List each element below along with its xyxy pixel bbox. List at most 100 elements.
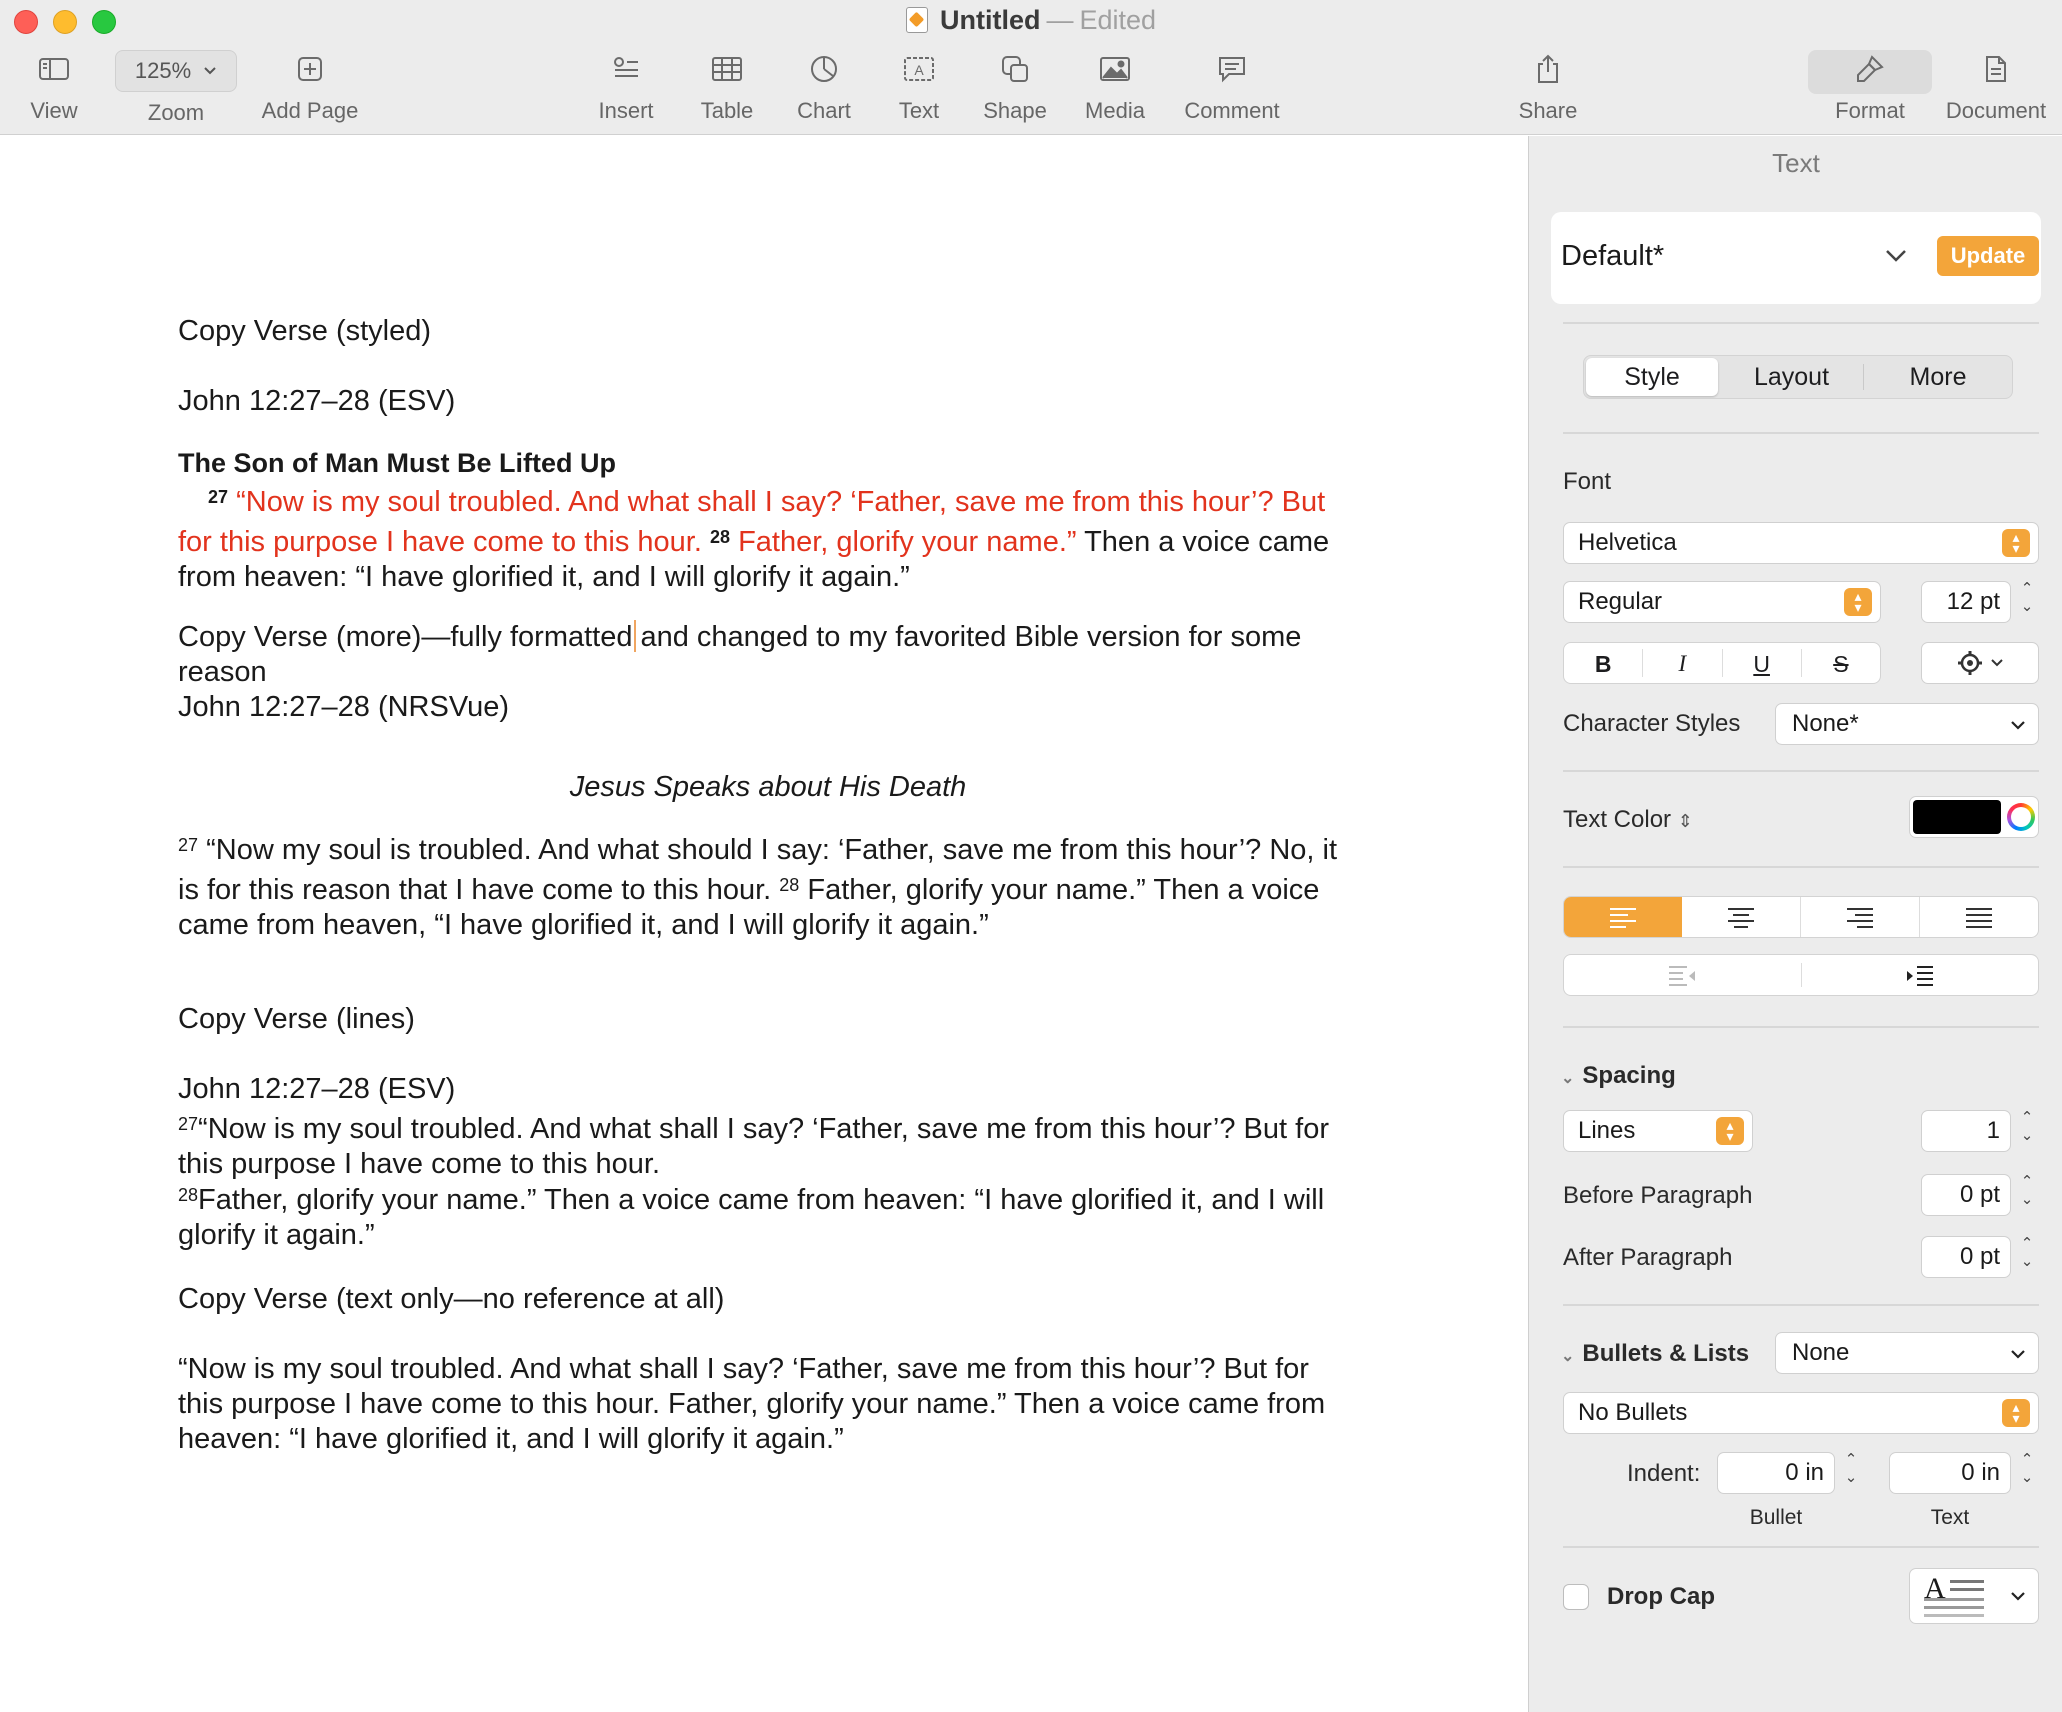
font-size-stepper[interactable]: ⌃ ⌄ <box>2017 580 2037 622</box>
inspector-tabs: Style Layout More <box>1583 355 2013 399</box>
align-center-button[interactable] <box>1682 897 1801 937</box>
insert-label: Insert <box>598 98 654 123</box>
align-right-icon <box>1847 908 1873 928</box>
verse-number-28: 28 <box>709 527 730 547</box>
align-right-button[interactable] <box>1801 897 1920 937</box>
insert-button[interactable]: Insert <box>586 48 666 124</box>
spacing-value-field[interactable]: 1 <box>1921 1110 2011 1152</box>
font-weight-popup[interactable]: Regular ▴ ▾ <box>1563 581 1881 623</box>
text-color-well[interactable] <box>1909 796 2039 838</box>
paragraph-verse-text-only[interactable]: “Now is my soul troubled. And what shall… <box>178 1352 1358 1457</box>
verse-line-28-text: Father, glorify your name.” Then a voice… <box>178 1184 1325 1251</box>
font-family-popup[interactable]: Helvetica ▴ ▾ <box>1563 522 2039 564</box>
add-page-button[interactable]: Add Page <box>250 48 370 124</box>
color-wheel-icon[interactable] <box>2007 803 2035 831</box>
view-label: View <box>30 98 78 123</box>
tab-style[interactable]: Style <box>1586 358 1718 396</box>
bullet-type-popup[interactable]: No Bullets ▴ ▾ <box>1563 1392 2039 1434</box>
paragraph-copy-verse-text-only[interactable]: Copy Verse (text only—no reference at al… <box>178 1282 1358 1317</box>
media-label: Media <box>1085 98 1145 123</box>
chevron-down-icon[interactable] <box>1884 248 1908 264</box>
zoom-popup[interactable]: 125% <box>115 50 237 92</box>
bullet-indent-stepper[interactable]: ⌃ ⌄ <box>1841 1451 1861 1493</box>
list-style-popup[interactable]: None <box>1775 1332 2039 1374</box>
increase-indent-button[interactable] <box>1802 955 2039 995</box>
bullets-section-toggle[interactable]: ⌄ Bullets & Lists <box>1561 1340 1749 1368</box>
spacing-mode-popup[interactable]: Lines ▴ ▾ <box>1563 1110 1753 1152</box>
zoom-label: Zoom <box>147 100 205 125</box>
advanced-options-button[interactable] <box>1921 642 2039 684</box>
verse-paragraph-nrsvue[interactable]: 27 “Now my soul is troubled. And what sh… <box>178 828 1358 943</box>
verse-line-27-text: “Now is my soul troubled. And what shall… <box>178 1113 1329 1180</box>
bullet-indent-caption: Bullet <box>1749 1506 1803 1529</box>
chevron-down-icon <box>2011 1592 2025 1601</box>
divider <box>1563 1026 2039 1028</box>
document-button[interactable]: Document <box>1940 48 2052 124</box>
before-paragraph-stepper[interactable]: ⌃ ⌄ <box>2017 1173 2037 1215</box>
italic-button[interactable]: I <box>1643 649 1723 677</box>
tab-more[interactable]: More <box>1864 356 2012 398</box>
verse-line-28[interactable]: 28Father, glorify your name.” Then a voi… <box>178 1178 1358 1253</box>
svg-text:A: A <box>914 62 924 78</box>
popup-arrows-icon: ▴ ▾ <box>2002 529 2030 557</box>
section-heading-jesus-speaks[interactable]: Jesus Speaks about His Death <box>178 770 1358 805</box>
tab-layout[interactable]: Layout <box>1720 364 1864 390</box>
justify-button[interactable] <box>1920 897 2038 937</box>
table-button[interactable]: Table <box>687 48 767 124</box>
font-family-value: Helvetica <box>1578 529 1677 556</box>
comment-button[interactable]: Comment <box>1177 48 1287 124</box>
verse-paragraph-styled[interactable]: 27 “Now is my soul troubled. And what sh… <box>178 480 1358 595</box>
text-indent-stepper[interactable]: ⌃ ⌄ <box>2017 1451 2037 1493</box>
toolbar: Untitled — Edited View 125% Zoom Add Page … <box>0 0 2062 135</box>
format-button[interactable]: Format <box>1820 48 1920 124</box>
paragraph-reference-esv[interactable]: John 12:27–28 (ESV) <box>178 384 1358 419</box>
font-size-field[interactable]: 12 pt <box>1921 581 2011 623</box>
decrease-indent-button[interactable] <box>1564 963 1802 987</box>
bold-button[interactable]: B <box>1564 649 1644 677</box>
paragraph-copy-verse-lines[interactable]: Copy Verse (lines) <box>178 1002 1358 1037</box>
paragraph-reference-nrsvue[interactable]: John 12:27–28 (NRSVue) <box>178 690 1358 725</box>
shape-button[interactable]: Shape <box>975 48 1055 124</box>
after-paragraph-stepper[interactable]: ⌃ ⌄ <box>2017 1235 2037 1277</box>
character-styles-popup[interactable]: None* <box>1775 703 2039 745</box>
share-button[interactable]: Share <box>1508 48 1588 124</box>
chevron-down-icon <box>2011 1350 2025 1359</box>
table-icon <box>712 57 742 81</box>
text-button[interactable]: A Text <box>879 48 959 124</box>
document-canvas[interactable]: Copy Verse (styled) John 12:27–28 (ESV) … <box>0 136 1528 1712</box>
text-style-buttons: B I U S <box>1563 642 1881 684</box>
zoom-value: 125% <box>134 58 192 83</box>
bullet-indent-field[interactable]: 0 in <box>1717 1452 1835 1494</box>
paragraph-copy-verse-more[interactable]: Copy Verse (more)—fully formatted and cha… <box>178 620 1358 690</box>
after-paragraph-field[interactable]: 0 pt <box>1921 1236 2011 1278</box>
chart-button[interactable]: Chart <box>784 48 864 124</box>
drop-cap-checkbox[interactable] <box>1563 1584 1589 1610</box>
bullet-type-value: No Bullets <box>1578 1399 1688 1426</box>
spacing-section-toggle[interactable]: ⌄ Spacing <box>1561 1062 1676 1090</box>
paintbrush-icon <box>1857 55 1884 82</box>
view-button[interactable]: View <box>14 48 94 124</box>
underline-button[interactable]: U <box>1723 649 1802 677</box>
text-color-label[interactable]: Text Color ⇕ <box>1563 806 1693 834</box>
font-weight-value: Regular <box>1578 588 1663 615</box>
media-button[interactable]: Media <box>1075 48 1155 124</box>
verse-line-27[interactable]: 27“Now is my soul troubled. And what sha… <box>178 1107 1358 1182</box>
text-cursor <box>634 620 637 652</box>
text-indent-field[interactable]: 0 in <box>1889 1452 2011 1494</box>
divider <box>1563 770 2039 772</box>
drop-cap-style-popup[interactable]: A <box>1909 1568 2039 1624</box>
before-paragraph-field[interactable]: 0 pt <box>1921 1174 2011 1216</box>
paragraph-reference-esv-lines[interactable]: John 12:27–28 (ESV) <box>178 1072 1358 1107</box>
paragraph-copy-verse-styled[interactable]: Copy Verse (styled) <box>178 314 1358 349</box>
zoom-label-wrap: Zoom <box>126 100 226 126</box>
section-heading-son-of-man[interactable]: The Son of Man Must Be Lifted Up <box>178 446 1358 481</box>
update-style-button[interactable]: Update <box>1937 236 2039 276</box>
align-left-button[interactable] <box>1564 897 1682 937</box>
edited-status: Edited <box>1079 5 1157 35</box>
font-size-value: 12 pt <box>1946 588 2000 615</box>
strikethrough-button[interactable]: S <box>1802 649 1880 677</box>
photo-icon <box>1100 57 1130 81</box>
after-paragraph-value: 0 pt <box>1959 1243 2000 1270</box>
paragraph-style-box[interactable]: Default* Update <box>1551 212 2041 304</box>
spacing-stepper[interactable]: ⌃ ⌄ <box>2017 1109 2037 1151</box>
